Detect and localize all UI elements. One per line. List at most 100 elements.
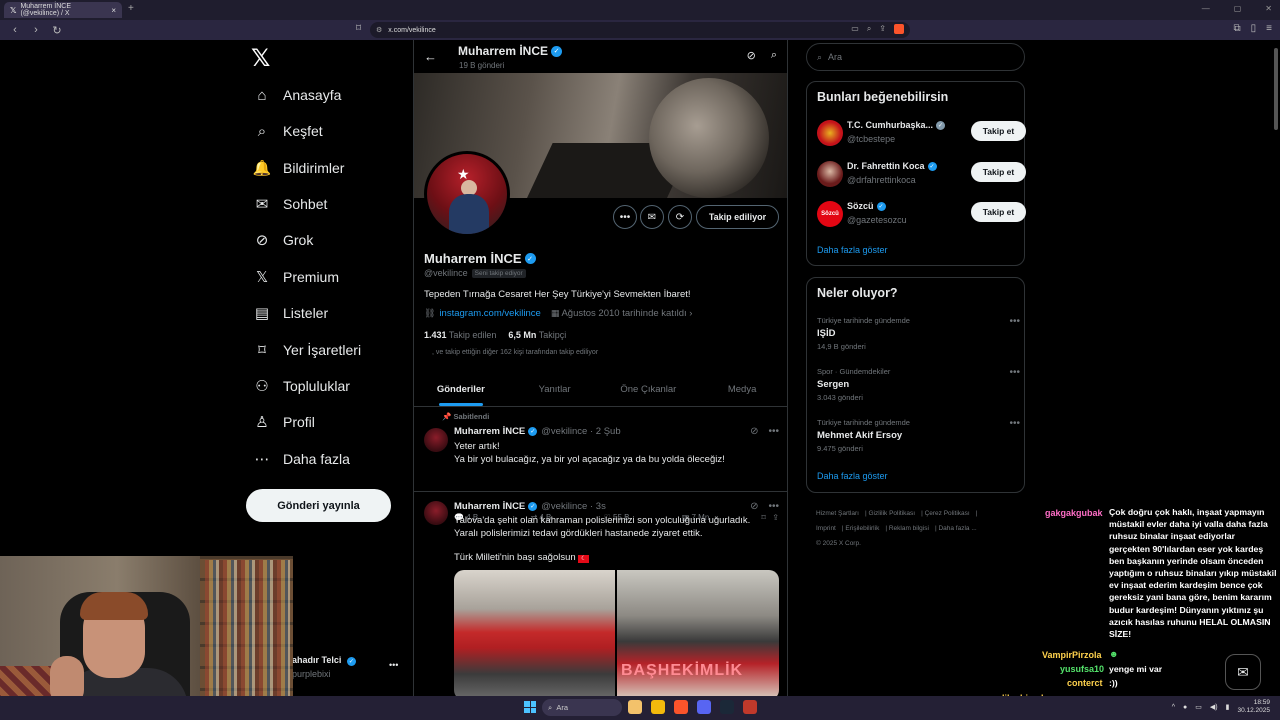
followers-stat[interactable]: 6,5 Mn Takipçi [508, 330, 566, 340]
tweet[interactable]: Muharrem İNCE ✓ @vekilince · 3s ⊘ ••• Ya… [414, 493, 787, 696]
sidebar-item-topluluklar[interactable]: ⚇ Topluluklar [252, 374, 350, 398]
show-more-link[interactable]: Daha fazla göster [817, 471, 888, 481]
mic-icon[interactable]: ● [1183, 704, 1187, 711]
sidebar-item-daha-fazla[interactable]: ⋯ Daha fazla [252, 447, 350, 471]
footer-link[interactable]: Erişilebilirlik [845, 525, 879, 532]
show-more-link[interactable]: Daha fazla göster [817, 245, 888, 255]
minimize-icon[interactable]: — [1202, 4, 1210, 13]
trend-more-icon[interactable]: ••• [1009, 367, 1020, 378]
follow-button[interactable]: Takip et [971, 162, 1026, 182]
post-button[interactable]: Gönderi yayınla [246, 489, 391, 522]
volume-icon[interactable]: ◀) [1210, 703, 1218, 711]
forward-nav-icon[interactable]: › [30, 24, 42, 36]
tab-highlights[interactable]: Öne Çıkanlar [602, 371, 696, 406]
suggestion-avatar[interactable]: Sözcü [817, 201, 843, 227]
obs-icon[interactable] [743, 700, 757, 714]
tweet-avatar[interactable] [424, 501, 448, 525]
sidebar-item-grok[interactable]: ⊘ Grok [252, 228, 314, 252]
tweet-more-icon[interactable]: ••• [768, 426, 779, 437]
widgets-icon[interactable] [628, 700, 642, 714]
grok-icon[interactable]: ⊘ [747, 49, 756, 62]
sidebar-item-bildirimler[interactable]: 🔔 Bildirimler [252, 156, 345, 180]
maximize-icon[interactable]: ▢ [1234, 4, 1242, 13]
trend-more-icon[interactable]: ••• [1009, 418, 1020, 429]
trend-more-icon[interactable]: ••• [1009, 316, 1020, 327]
discord-icon[interactable] [697, 700, 711, 714]
new-tab-icon[interactable]: + [128, 3, 134, 14]
chevron-up-icon[interactable]: ^ [1172, 704, 1175, 711]
tweet-author[interactable]: Muharrem İNCE [454, 426, 525, 437]
tweet-photo[interactable]: BAŞHEKİMLİK [617, 570, 779, 696]
tab-media[interactable]: Medya [695, 371, 787, 406]
more-options-button[interactable]: ••• [613, 205, 637, 229]
windows-start-icon[interactable] [524, 701, 536, 713]
more-dots-icon[interactable]: ••• [389, 660, 398, 670]
suggestion-item[interactable]: Sözcü Sözcü ✓ @gazetesozcu Takip et [817, 199, 1026, 227]
sidebar-item-listeler[interactable]: ▤ Listeler [252, 301, 328, 325]
sidebar-item-yer-i̇şaretleri[interactable]: ⌑ Yer İşaretleri [252, 338, 361, 362]
footer-link[interactable]: Hizmet Şartları [816, 510, 859, 517]
tweet-media[interactable]: BAŞHEKİMLİK [454, 570, 779, 696]
zoom-icon[interactable]: ⌕ [867, 24, 871, 34]
footer-link[interactable]: Daha fazla ... [938, 525, 976, 532]
scrollbar-thumb[interactable] [1274, 48, 1278, 130]
tweet-author[interactable]: Muharrem İNCE [454, 501, 525, 512]
suggestion-item[interactable]: T.C. Cumhurbaşka... ✓ @tcbestepe Takip et [817, 118, 1026, 146]
tweet-avatar[interactable] [424, 428, 448, 452]
tab-posts[interactable]: Gönderiler [414, 371, 508, 406]
following-stat[interactable]: 1.431 Takip edilen [424, 330, 496, 340]
reload-icon[interactable]: ↻ [51, 24, 63, 37]
network-icon[interactable]: ▭ [1195, 703, 1202, 711]
account-switcher[interactable]: ahadır Telci ✓ purplebixi ••• [292, 655, 398, 679]
search-icon[interactable]: ⌕ [771, 49, 777, 62]
grok-icon[interactable]: ⊘ [750, 501, 758, 512]
clock[interactable]: 18:59 30.12.2025 [1237, 699, 1270, 715]
messages-drawer-button[interactable]: ✉ [1225, 654, 1261, 690]
tweet-photo[interactable] [454, 570, 615, 696]
grok-icon[interactable]: ⊘ [750, 426, 758, 437]
suggestion-avatar[interactable] [817, 120, 843, 146]
trend-item[interactable]: Türkiye tarihinde gündemde IŞİD 14,9 B g… [817, 316, 1020, 351]
sidebar-item-premium[interactable]: 𝕏 Premium [252, 265, 339, 289]
follow-button[interactable]: Takip et [971, 202, 1026, 222]
cast-icon[interactable]: ▭ [851, 24, 859, 34]
trend-item[interactable]: Türkiye tarihinde gündemde Mehmet Akif E… [817, 418, 1020, 453]
search-input[interactable]: ⌕ Ara [806, 43, 1025, 71]
menu-icon[interactable]: ≡ [1266, 23, 1272, 34]
sidebar-item-keşfet[interactable]: ⌕ Keşfet [252, 119, 323, 143]
back-arrow-icon[interactable]: ← [424, 49, 437, 64]
followed-by-text[interactable]: , ve takip ettiğin diğer 162 kişi tarafı… [432, 349, 598, 356]
sidebar-item-profil[interactable]: ♙ Profil [252, 410, 315, 434]
steam-icon[interactable] [720, 700, 734, 714]
file-explorer-icon[interactable] [651, 700, 665, 714]
battery-icon[interactable]: ▮ [1226, 703, 1230, 711]
suggestion-avatar[interactable] [817, 161, 843, 187]
tweet-pinned[interactable]: 📌 Sabitlendi Muharrem İNCE ✓ @vekilince … [414, 408, 787, 522]
x-logo-icon[interactable]: 𝕏 [251, 46, 275, 70]
sidebar-item-anasayfa[interactable]: ⌂ Anasayfa [252, 83, 341, 107]
tab-replies[interactable]: Yanıtlar [508, 371, 602, 406]
following-button[interactable]: Takip ediliyor [696, 205, 779, 229]
sidebar-icon[interactable]: ▯ [1251, 23, 1257, 34]
taskbar-search[interactable]: ⌕ Ara [542, 699, 622, 716]
message-button[interactable]: ✉ [640, 205, 664, 229]
share-icon[interactable]: ⇪ [879, 24, 886, 34]
back-nav-icon[interactable]: ‹ [9, 24, 21, 36]
sidebar-item-sohbet[interactable]: ✉ Sohbet [252, 192, 328, 216]
suggestion-item[interactable]: Dr. Fahrettin Koca ✓ @drfahrettinkoca Tak… [817, 159, 1026, 187]
bookmark-page-icon[interactable]: ⌑ [356, 23, 361, 34]
brave-shields-icon[interactable] [894, 24, 904, 34]
trend-item[interactable]: Spor · Gündemdekiler Sergen 3.043 gönder… [817, 367, 1020, 402]
notify-button[interactable]: ⟳ [668, 205, 692, 229]
tweet-more-icon[interactable]: ••• [768, 501, 779, 512]
brave-browser-icon[interactable] [674, 700, 688, 714]
address-bar[interactable]: ⚙ x.com/vekilince ▭ ⌕ ⇪ [370, 22, 910, 38]
profile-link[interactable]: instagram.com/vekilince [439, 308, 540, 319]
close-tab-icon[interactable]: × [111, 6, 116, 15]
browser-tab[interactable]: 𝕏 Muharrem İNCE (@vekilince) / X × [4, 2, 122, 18]
profile-avatar[interactable]: ★ [424, 151, 510, 237]
site-info-icon[interactable]: ⚙ [376, 26, 382, 34]
follow-button[interactable]: Takip et [971, 121, 1026, 141]
footer-link[interactable]: Imprint [816, 525, 836, 532]
close-window-icon[interactable]: ✕ [1265, 4, 1272, 13]
